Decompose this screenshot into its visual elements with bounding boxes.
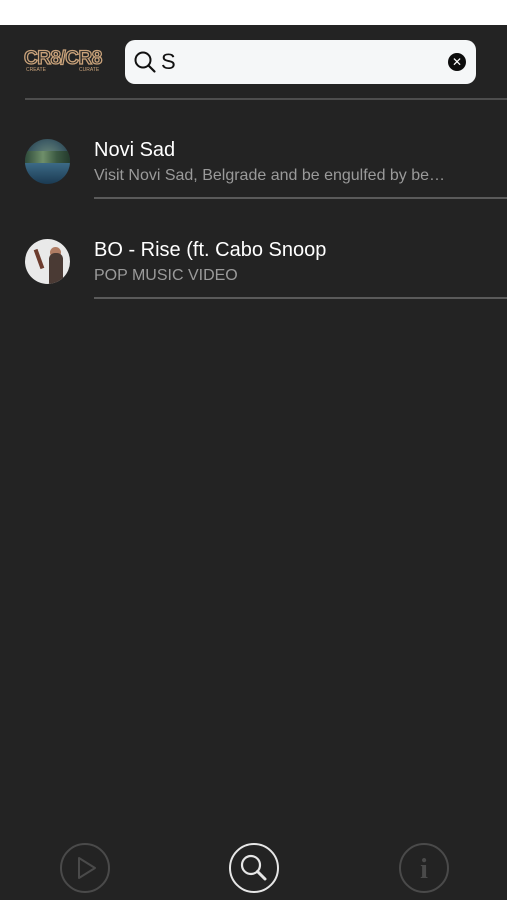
search-bar[interactable]: ✕ xyxy=(125,40,476,84)
status-bar xyxy=(0,0,507,25)
search-icon xyxy=(133,50,157,74)
tab-play[interactable] xyxy=(60,843,110,893)
app-logo: CR8/CR8 CREATE CURATE xyxy=(23,47,120,73)
result-subtitle: Visit Novi Sad, Belgrade and be engulfed… xyxy=(94,167,446,184)
svg-text:CURATE: CURATE xyxy=(79,67,100,73)
artist-thumbnail xyxy=(25,239,70,284)
app-screen: CR8/CR8 CREATE CURATE ✕ Novi Sad Visit N… xyxy=(0,25,507,900)
svg-text:CREATE: CREATE xyxy=(26,67,47,73)
header-divider xyxy=(25,98,507,100)
tab-info[interactable]: i xyxy=(399,843,449,893)
result-divider xyxy=(94,297,507,299)
search-result-item[interactable]: BO - Rise (ft. Cabo Snoop POP MUSIC VIDE… xyxy=(0,210,507,310)
tab-search[interactable] xyxy=(229,843,279,893)
result-divider xyxy=(94,197,507,199)
river-landscape-thumbnail xyxy=(25,139,70,184)
result-subtitle: POP MUSIC VIDEO xyxy=(94,267,238,284)
search-input[interactable] xyxy=(161,45,431,79)
search-result-item[interactable]: Novi Sad Visit Novi Sad, Belgrade and be… xyxy=(0,110,507,210)
result-title: BO - Rise (ft. Cabo Snoop xyxy=(94,239,327,261)
svg-text:CR8/CR8: CR8/CR8 xyxy=(24,48,102,69)
result-title: Novi Sad xyxy=(94,139,176,161)
clear-icon[interactable]: ✕ xyxy=(448,53,466,71)
svg-text:i: i xyxy=(420,854,428,885)
